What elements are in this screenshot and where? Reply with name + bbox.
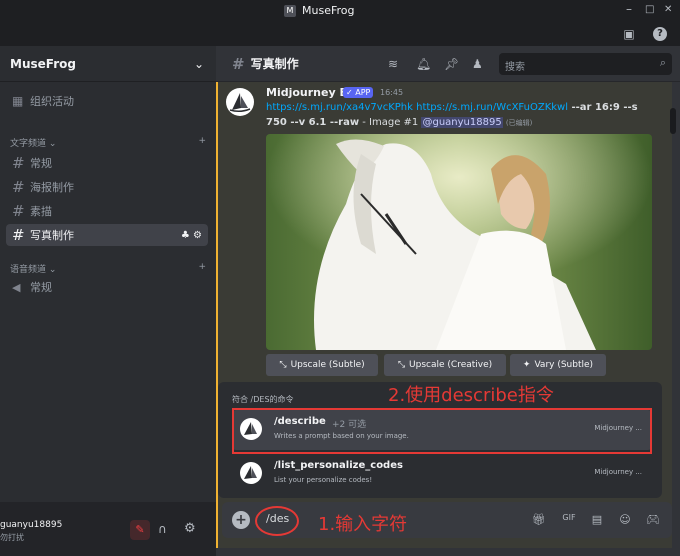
avatar[interactable] bbox=[226, 88, 254, 116]
help-icon[interactable]: ? bbox=[653, 27, 667, 41]
link[interactable]: https://s.mj.run/WcXFuOZKkwl bbox=[416, 102, 568, 113]
timestamp: 16:45 bbox=[380, 88, 404, 97]
upscale-creative-button[interactable]: ⤡ Upscale (Creative) bbox=[384, 354, 506, 376]
message-content: https://s.mj.run/xa4v7vcKPhk https://s.m… bbox=[266, 100, 658, 131]
upscale-subtle-button[interactable]: ⤡ Upscale (Subtle) bbox=[266, 354, 378, 376]
sidebar-item-sketch[interactable]: # 素描 bbox=[6, 200, 208, 222]
button-label: Upscale (Subtle) bbox=[290, 360, 365, 370]
hash-icon: # bbox=[12, 154, 25, 172]
sidebar-item-voice-general[interactable]: ◀ 常规 bbox=[6, 276, 208, 298]
scrollbar[interactable] bbox=[670, 108, 676, 134]
input-highlight-oval bbox=[255, 506, 299, 536]
link[interactable]: https://s.mj.run/xa4v7vcKPhk bbox=[266, 102, 413, 113]
hash-icon: # bbox=[12, 178, 25, 196]
add-attachment-icon[interactable]: + bbox=[232, 511, 250, 529]
minimize-button[interactable]: – bbox=[626, 2, 632, 16]
category-voice-label: 语音频道 bbox=[10, 265, 47, 275]
add-channel-icon[interactable]: + bbox=[198, 262, 206, 275]
category-text-label: 文字频道 bbox=[10, 139, 47, 149]
channel-label: 常规 bbox=[30, 281, 52, 294]
mic-muted-icon[interactable]: ✎ bbox=[130, 520, 150, 540]
activity-icon[interactable]: 🎮︎ bbox=[646, 513, 660, 526]
sidebar-item-portrait[interactable]: # 写真制作 ♣ ⚙ bbox=[6, 224, 208, 246]
button-label: Upscale (Creative) bbox=[409, 360, 493, 370]
image-number: - Image #1 bbox=[359, 117, 422, 128]
settings-icon[interactable]: ⚙ bbox=[184, 521, 196, 536]
inbox-icon[interactable]: ▣ bbox=[622, 27, 636, 41]
prompt-params: --ar 16:9 --s bbox=[568, 102, 638, 113]
channel-title: 写真制作 bbox=[250, 57, 299, 71]
chevron-down-icon: ⌄ bbox=[193, 56, 204, 71]
add-channel-icon[interactable]: + bbox=[198, 136, 206, 149]
command-source: Midjourney ... bbox=[594, 468, 642, 476]
describe-highlight-box bbox=[232, 408, 652, 454]
annotation-step1: 1.输入字符 bbox=[318, 514, 408, 535]
category-voice-channels[interactable]: 语音频道 ⌄ + bbox=[10, 262, 206, 275]
edited-label: (已编辑) bbox=[505, 119, 533, 127]
upscale-icon: ⤡ bbox=[279, 360, 287, 370]
app-logo: M bbox=[284, 4, 296, 17]
upscale-icon: ⤡ bbox=[397, 360, 406, 370]
vary-subtle-button[interactable]: ✦ Vary (Subtle) bbox=[510, 354, 606, 376]
command-list-personalize-codes[interactable]: /list_personalize_codes List your person… bbox=[232, 454, 652, 494]
sidebar-item-general[interactable]: # 常规 bbox=[6, 152, 208, 174]
search-icon: ⌕ bbox=[659, 56, 666, 69]
channel-label: 常规 bbox=[30, 157, 52, 170]
command-description: List your personalize codes! bbox=[274, 476, 373, 484]
server-name: MuseFrog bbox=[10, 56, 76, 71]
app-badge: ✓ APP bbox=[343, 87, 374, 98]
category-text-channels[interactable]: 文字频道 ⌄ + bbox=[10, 136, 206, 149]
close-button[interactable]: ✕ bbox=[664, 4, 672, 15]
calendar-icon: ▦ bbox=[12, 94, 24, 108]
command-name: /list_personalize_codes bbox=[274, 460, 403, 471]
title-bar: M MuseFrog – □ ✕ bbox=[0, 0, 680, 22]
user-panel: guanyu18895 勿打扰 ✎ ∩ ⚙ bbox=[0, 502, 216, 556]
channel-sidebar: MuseFrog ⌄ ▦ 组织活动 文字频道 ⌄ + # 常规 # 海报制作 #… bbox=[0, 46, 216, 556]
autocomplete-header: 符合 /DES的命令 bbox=[232, 395, 294, 404]
bell-icon[interactable]: 🔔︎ bbox=[416, 57, 431, 71]
invite-icon[interactable]: ♣ ⚙ bbox=[181, 230, 202, 241]
user-mention[interactable]: @guanyu18895 bbox=[421, 117, 503, 128]
members-icon[interactable]: ♟ bbox=[472, 57, 483, 71]
pin-icon[interactable]: 📌︎ bbox=[444, 57, 459, 71]
gift-icon[interactable]: 🎁︎ bbox=[532, 513, 546, 526]
window-title-text: MuseFrog bbox=[302, 4, 355, 17]
button-label: Vary (Subtle) bbox=[534, 360, 594, 370]
hash-icon: # bbox=[12, 202, 25, 220]
sidebar-item-poster[interactable]: # 海报制作 bbox=[6, 176, 208, 198]
speaker-icon: ◀ bbox=[12, 280, 21, 294]
channel-label: 写真制作 bbox=[30, 229, 74, 242]
headphones-icon[interactable]: ∩ bbox=[158, 522, 167, 536]
search-placeholder: 搜索 bbox=[505, 62, 525, 73]
user-status: 勿打扰 bbox=[0, 533, 24, 542]
threads-icon[interactable]: ≋ bbox=[388, 57, 398, 71]
annotation-step2: 2.使用describe指令 bbox=[388, 385, 554, 406]
gif-icon[interactable]: GIF bbox=[562, 513, 576, 522]
username: guanyu18895 bbox=[0, 520, 63, 530]
search-input[interactable]: 搜索 ⌕ bbox=[499, 53, 672, 75]
server-header[interactable]: MuseFrog ⌄ bbox=[0, 46, 216, 82]
channel-label: 海报制作 bbox=[30, 181, 74, 194]
channel-label: 素描 bbox=[30, 205, 52, 218]
events-label: 组织活动 bbox=[30, 95, 74, 108]
emoji-icon[interactable]: ☺ bbox=[618, 513, 632, 526]
sidebar-item-events[interactable]: ▦ 组织活动 bbox=[6, 90, 208, 112]
hash-icon: # bbox=[232, 54, 245, 73]
maximize-button[interactable]: □ bbox=[645, 4, 654, 15]
generated-image[interactable] bbox=[266, 134, 652, 350]
magic-wand-icon: ✦ bbox=[522, 360, 531, 370]
window-title: M MuseFrog bbox=[284, 4, 354, 17]
bot-avatar bbox=[240, 462, 262, 484]
hash-icon: # bbox=[12, 226, 25, 244]
sticker-icon[interactable]: ▤ bbox=[590, 513, 604, 526]
prompt-params: 750 --v 6.1 --raw bbox=[266, 117, 360, 128]
